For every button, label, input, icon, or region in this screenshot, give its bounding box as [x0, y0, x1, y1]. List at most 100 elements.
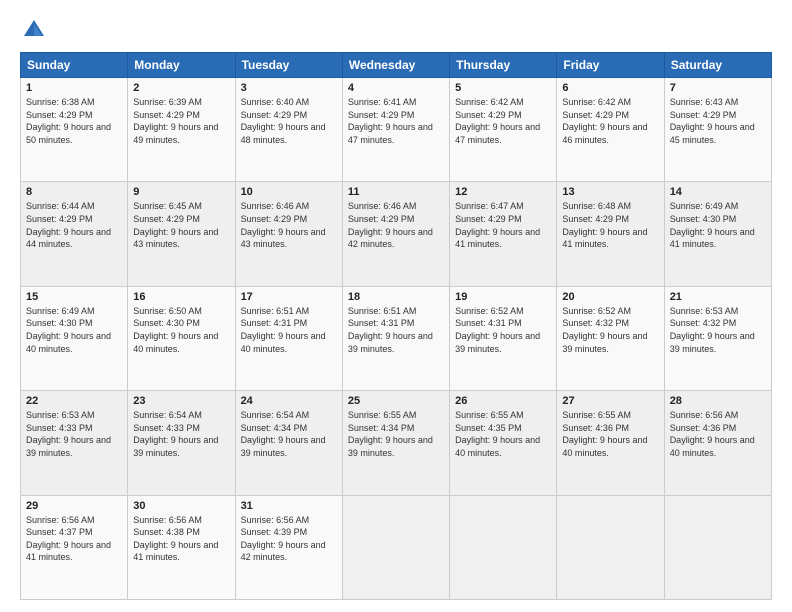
day-detail: Sunrise: 6:56 AMSunset: 4:38 PMDaylight:…	[133, 515, 218, 563]
day-number: 14	[670, 186, 766, 198]
header-sunday: Sunday	[21, 53, 128, 78]
header	[20, 16, 772, 44]
week-row-5: 29 Sunrise: 6:56 AMSunset: 4:37 PMDaylig…	[21, 495, 772, 599]
day-number: 27	[562, 395, 658, 407]
day-number: 12	[455, 186, 551, 198]
day-detail: Sunrise: 6:51 AMSunset: 4:31 PMDaylight:…	[348, 306, 433, 354]
day-number: 7	[670, 82, 766, 94]
day-detail: Sunrise: 6:54 AMSunset: 4:33 PMDaylight:…	[133, 410, 218, 458]
day-cell: 9 Sunrise: 6:45 AMSunset: 4:29 PMDayligh…	[128, 182, 235, 286]
day-cell	[450, 495, 557, 599]
day-detail: Sunrise: 6:56 AMSunset: 4:36 PMDaylight:…	[670, 410, 755, 458]
day-number: 19	[455, 291, 551, 303]
day-number: 23	[133, 395, 229, 407]
day-cell: 16 Sunrise: 6:50 AMSunset: 4:30 PMDaylig…	[128, 286, 235, 390]
day-cell	[342, 495, 449, 599]
day-number: 18	[348, 291, 444, 303]
header-monday: Monday	[128, 53, 235, 78]
day-detail: Sunrise: 6:52 AMSunset: 4:32 PMDaylight:…	[562, 306, 647, 354]
day-cell: 25 Sunrise: 6:55 AMSunset: 4:34 PMDaylig…	[342, 391, 449, 495]
day-number: 15	[26, 291, 122, 303]
day-number: 20	[562, 291, 658, 303]
day-cell: 10 Sunrise: 6:46 AMSunset: 4:29 PMDaylig…	[235, 182, 342, 286]
week-row-4: 22 Sunrise: 6:53 AMSunset: 4:33 PMDaylig…	[21, 391, 772, 495]
day-cell: 24 Sunrise: 6:54 AMSunset: 4:34 PMDaylig…	[235, 391, 342, 495]
day-number: 10	[241, 186, 337, 198]
day-detail: Sunrise: 6:51 AMSunset: 4:31 PMDaylight:…	[241, 306, 326, 354]
day-cell: 8 Sunrise: 6:44 AMSunset: 4:29 PMDayligh…	[21, 182, 128, 286]
day-detail: Sunrise: 6:56 AMSunset: 4:37 PMDaylight:…	[26, 515, 111, 563]
day-number: 22	[26, 395, 122, 407]
day-number: 26	[455, 395, 551, 407]
day-detail: Sunrise: 6:55 AMSunset: 4:35 PMDaylight:…	[455, 410, 540, 458]
day-detail: Sunrise: 6:43 AMSunset: 4:29 PMDaylight:…	[670, 97, 755, 145]
day-cell: 12 Sunrise: 6:47 AMSunset: 4:29 PMDaylig…	[450, 182, 557, 286]
day-cell: 18 Sunrise: 6:51 AMSunset: 4:31 PMDaylig…	[342, 286, 449, 390]
day-cell: 1 Sunrise: 6:38 AMSunset: 4:29 PMDayligh…	[21, 78, 128, 182]
day-cell: 21 Sunrise: 6:53 AMSunset: 4:32 PMDaylig…	[664, 286, 771, 390]
header-saturday: Saturday	[664, 53, 771, 78]
day-detail: Sunrise: 6:53 AMSunset: 4:32 PMDaylight:…	[670, 306, 755, 354]
week-row-2: 8 Sunrise: 6:44 AMSunset: 4:29 PMDayligh…	[21, 182, 772, 286]
day-detail: Sunrise: 6:39 AMSunset: 4:29 PMDaylight:…	[133, 97, 218, 145]
day-cell: 27 Sunrise: 6:55 AMSunset: 4:36 PMDaylig…	[557, 391, 664, 495]
day-cell: 6 Sunrise: 6:42 AMSunset: 4:29 PMDayligh…	[557, 78, 664, 182]
day-number: 28	[670, 395, 766, 407]
day-detail: Sunrise: 6:56 AMSunset: 4:39 PMDaylight:…	[241, 515, 326, 563]
day-detail: Sunrise: 6:55 AMSunset: 4:36 PMDaylight:…	[562, 410, 647, 458]
day-detail: Sunrise: 6:48 AMSunset: 4:29 PMDaylight:…	[562, 201, 647, 249]
calendar-table: SundayMondayTuesdayWednesdayThursdayFrid…	[20, 52, 772, 600]
day-cell: 13 Sunrise: 6:48 AMSunset: 4:29 PMDaylig…	[557, 182, 664, 286]
day-number: 31	[241, 500, 337, 512]
day-number: 13	[562, 186, 658, 198]
day-detail: Sunrise: 6:46 AMSunset: 4:29 PMDaylight:…	[241, 201, 326, 249]
day-detail: Sunrise: 6:45 AMSunset: 4:29 PMDaylight:…	[133, 201, 218, 249]
week-row-3: 15 Sunrise: 6:49 AMSunset: 4:30 PMDaylig…	[21, 286, 772, 390]
day-cell: 20 Sunrise: 6:52 AMSunset: 4:32 PMDaylig…	[557, 286, 664, 390]
day-detail: Sunrise: 6:49 AMSunset: 4:30 PMDaylight:…	[26, 306, 111, 354]
week-row-1: 1 Sunrise: 6:38 AMSunset: 4:29 PMDayligh…	[21, 78, 772, 182]
day-number: 6	[562, 82, 658, 94]
day-detail: Sunrise: 6:42 AMSunset: 4:29 PMDaylight:…	[455, 97, 540, 145]
day-number: 29	[26, 500, 122, 512]
day-cell: 30 Sunrise: 6:56 AMSunset: 4:38 PMDaylig…	[128, 495, 235, 599]
day-cell: 31 Sunrise: 6:56 AMSunset: 4:39 PMDaylig…	[235, 495, 342, 599]
day-detail: Sunrise: 6:40 AMSunset: 4:29 PMDaylight:…	[241, 97, 326, 145]
day-number: 3	[241, 82, 337, 94]
calendar-page: SundayMondayTuesdayWednesdayThursdayFrid…	[0, 0, 792, 612]
logo-icon	[20, 16, 48, 44]
day-cell	[557, 495, 664, 599]
day-detail: Sunrise: 6:55 AMSunset: 4:34 PMDaylight:…	[348, 410, 433, 458]
day-number: 2	[133, 82, 229, 94]
day-cell: 15 Sunrise: 6:49 AMSunset: 4:30 PMDaylig…	[21, 286, 128, 390]
day-cell: 19 Sunrise: 6:52 AMSunset: 4:31 PMDaylig…	[450, 286, 557, 390]
day-detail: Sunrise: 6:53 AMSunset: 4:33 PMDaylight:…	[26, 410, 111, 458]
day-cell	[664, 495, 771, 599]
day-number: 17	[241, 291, 337, 303]
header-thursday: Thursday	[450, 53, 557, 78]
logo	[20, 16, 50, 44]
header-tuesday: Tuesday	[235, 53, 342, 78]
day-number: 9	[133, 186, 229, 198]
day-detail: Sunrise: 6:52 AMSunset: 4:31 PMDaylight:…	[455, 306, 540, 354]
day-detail: Sunrise: 6:41 AMSunset: 4:29 PMDaylight:…	[348, 97, 433, 145]
header-friday: Friday	[557, 53, 664, 78]
days-header-row: SundayMondayTuesdayWednesdayThursdayFrid…	[21, 53, 772, 78]
day-number: 11	[348, 186, 444, 198]
day-detail: Sunrise: 6:38 AMSunset: 4:29 PMDaylight:…	[26, 97, 111, 145]
day-detail: Sunrise: 6:47 AMSunset: 4:29 PMDaylight:…	[455, 201, 540, 249]
day-cell: 5 Sunrise: 6:42 AMSunset: 4:29 PMDayligh…	[450, 78, 557, 182]
day-number: 4	[348, 82, 444, 94]
day-cell: 7 Sunrise: 6:43 AMSunset: 4:29 PMDayligh…	[664, 78, 771, 182]
day-cell: 14 Sunrise: 6:49 AMSunset: 4:30 PMDaylig…	[664, 182, 771, 286]
day-detail: Sunrise: 6:46 AMSunset: 4:29 PMDaylight:…	[348, 201, 433, 249]
day-cell: 23 Sunrise: 6:54 AMSunset: 4:33 PMDaylig…	[128, 391, 235, 495]
day-cell: 26 Sunrise: 6:55 AMSunset: 4:35 PMDaylig…	[450, 391, 557, 495]
day-cell: 2 Sunrise: 6:39 AMSunset: 4:29 PMDayligh…	[128, 78, 235, 182]
day-number: 30	[133, 500, 229, 512]
header-wednesday: Wednesday	[342, 53, 449, 78]
day-cell: 3 Sunrise: 6:40 AMSunset: 4:29 PMDayligh…	[235, 78, 342, 182]
day-number: 21	[670, 291, 766, 303]
day-number: 16	[133, 291, 229, 303]
day-detail: Sunrise: 6:50 AMSunset: 4:30 PMDaylight:…	[133, 306, 218, 354]
